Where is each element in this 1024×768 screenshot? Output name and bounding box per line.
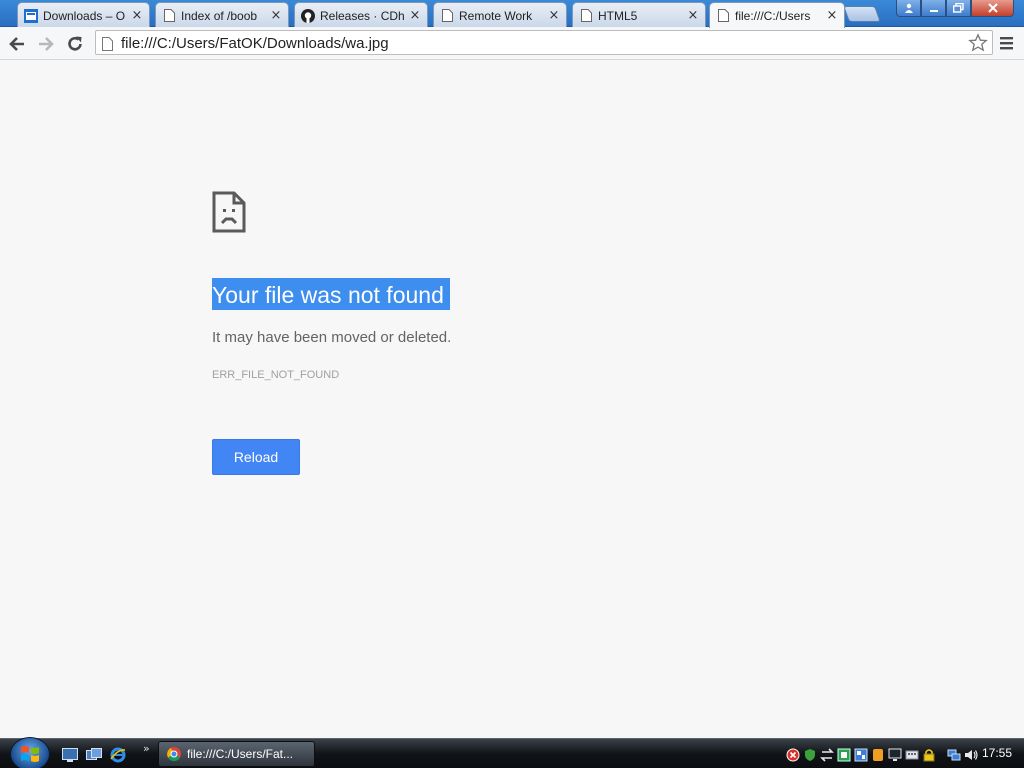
page-icon — [579, 9, 593, 23]
monitor-icon[interactable] — [888, 747, 902, 761]
error-title: Your file was not found — [212, 278, 450, 310]
app-tray-icon-green[interactable] — [837, 747, 851, 762]
page-icon — [162, 9, 176, 23]
tab-close-button[interactable]: × — [270, 8, 282, 23]
address-url[interactable]: file:///C:/Users/FatOK/Downloads/wa.jpg — [121, 35, 389, 52]
page-icon — [102, 36, 113, 55]
tab-close-button[interactable]: × — [409, 8, 421, 23]
close-window-button[interactable] — [971, 0, 1014, 17]
profile-button[interactable] — [896, 0, 921, 17]
arrow-right-icon — [39, 37, 54, 51]
error-code: ERR_FILE_NOT_FOUND — [212, 369, 340, 381]
back-button[interactable] — [5, 32, 29, 56]
taskbar-window-title: file:///C:/Users/Fat... — [187, 747, 294, 761]
security-alert-icon[interactable] — [786, 747, 800, 762]
tab-title: file:///C:/Users — [735, 8, 811, 23]
tab-remote-work[interactable]: Remote Work × — [433, 2, 567, 28]
switch-windows-icon[interactable] — [86, 747, 102, 761]
page-icon — [440, 9, 454, 23]
app-tray-icon-blue[interactable] — [854, 747, 868, 762]
start-button[interactable] — [10, 737, 50, 768]
network-transfer-icon[interactable] — [820, 747, 834, 762]
tab-title: Remote Work — [459, 8, 533, 23]
taskbar-chrome-window[interactable]: file:///C:/Users/Fat... — [158, 741, 315, 767]
chrome-icon — [167, 747, 181, 761]
sharepoint-icon — [24, 8, 38, 23]
tab-releases[interactable]: Releases · CDh × — [294, 2, 428, 28]
internet-explorer-icon[interactable] — [110, 747, 126, 763]
minimize-button[interactable] — [921, 0, 946, 17]
tab-title: Index of /boob — [181, 8, 258, 23]
page-content: Your file was not found It may have been… — [0, 61, 1024, 738]
taskbar-clock[interactable]: 17:55 — [982, 746, 1012, 760]
tab-html5[interactable]: HTML5 × — [572, 2, 706, 28]
tab-strip: Downloads – O × Index of /boob × Release… — [0, 0, 1024, 28]
page-icon — [716, 9, 730, 23]
tab-index-of[interactable]: Index of /boob × — [155, 2, 289, 28]
window-controls — [896, 0, 1014, 18]
browser-toolbar: file:///C:/Users/FatOK/Downloads/wa.jpg — [0, 27, 1024, 60]
reload-toolbar-button[interactable] — [63, 32, 87, 56]
keyboard-icon[interactable] — [905, 747, 919, 761]
tab-close-button[interactable]: × — [826, 8, 838, 23]
close-icon — [987, 3, 998, 13]
restore-button[interactable] — [946, 0, 971, 17]
app-tray-icon-orange[interactable] — [871, 747, 885, 761]
network-icon[interactable] — [947, 747, 961, 761]
hamburger-menu-icon — [1000, 37, 1013, 50]
tab-title: Downloads – O — [43, 8, 126, 23]
error-subtitle: It may have been moved or deleted. — [212, 329, 452, 346]
taskbar: » file:///C:/Users/Fat... 17:55 — [0, 737, 1024, 768]
volume-icon[interactable] — [964, 747, 978, 761]
system-tray — [786, 744, 981, 764]
address-bar[interactable]: file:///C:/Users/FatOK/Downloads/wa.jpg — [95, 30, 993, 55]
forward-button[interactable] — [34, 32, 58, 56]
lock-icon[interactable] — [922, 747, 936, 762]
sad-file-icon — [212, 191, 246, 237]
github-icon — [301, 8, 315, 23]
shield-icon[interactable] — [803, 747, 817, 761]
show-desktop-icon[interactable] — [62, 747, 78, 762]
arrow-left-icon — [9, 37, 24, 51]
windows-logo-icon — [21, 746, 39, 762]
person-icon — [904, 3, 913, 13]
menu-button[interactable] — [998, 34, 1016, 52]
minimize-icon — [929, 10, 938, 12]
tab-file-active[interactable]: file:///C:/Users × — [709, 2, 845, 28]
tab-downloads[interactable]: Downloads – O × — [17, 2, 150, 28]
tab-close-button[interactable]: × — [131, 8, 143, 23]
tab-title: Releases · CDh — [320, 8, 405, 23]
tab-close-button[interactable]: × — [687, 8, 699, 23]
quicklaunch-overflow-chevron[interactable]: » — [143, 742, 150, 755]
bookmark-star-icon[interactable] — [968, 33, 988, 53]
tab-close-button[interactable]: × — [548, 8, 560, 23]
restore-icon — [953, 3, 964, 13]
reload-button[interactable]: Reload — [212, 439, 300, 475]
new-tab-button[interactable] — [843, 6, 881, 22]
reload-icon — [68, 36, 82, 51]
tab-title: HTML5 — [598, 8, 638, 23]
